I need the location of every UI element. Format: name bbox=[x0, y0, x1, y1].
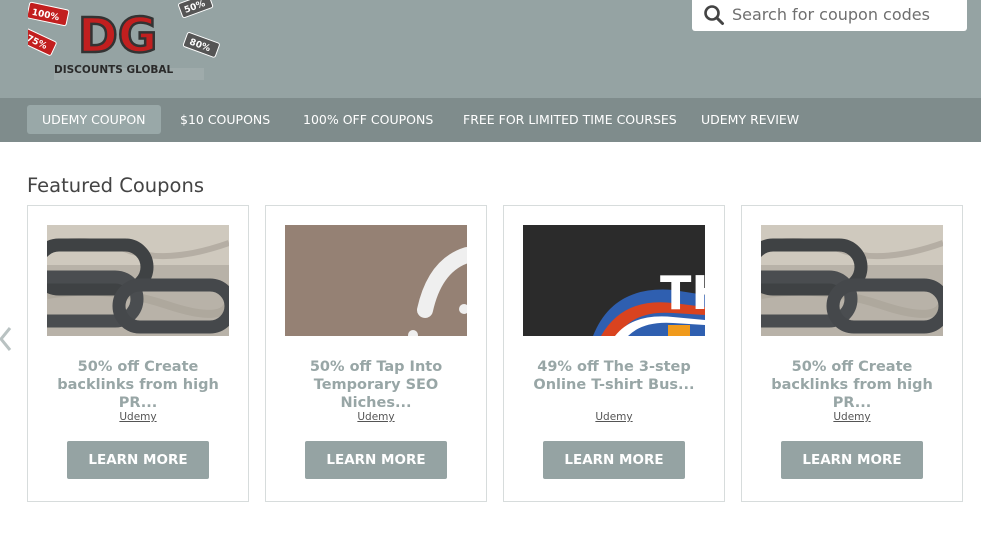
main-nav: UDEMY COUPON $10 COUPONS 100% OFF COUPON… bbox=[0, 98, 981, 142]
chevron-left-icon[interactable] bbox=[0, 325, 14, 353]
coupon-vendor-link[interactable]: Udemy bbox=[266, 411, 486, 423]
featured-coupons-title: Featured Coupons bbox=[27, 174, 204, 197]
coupon-title[interactable]: 49% off The 3-step Online T-shirt Bus... bbox=[516, 358, 712, 412]
coupon-title[interactable]: 50% off Create backlinks from high PR... bbox=[40, 358, 236, 412]
image-caption: TH bbox=[660, 266, 705, 320]
nav-item-udemy-coupon[interactable]: UDEMY COUPON bbox=[27, 105, 161, 134]
coupon-vendor-link[interactable]: Udemy bbox=[28, 411, 248, 423]
coupon-vendor-link[interactable]: Udemy bbox=[504, 411, 724, 423]
nav-item-100-off-coupons[interactable]: 100% OFF COUPONS bbox=[288, 105, 448, 134]
site-logo[interactable]: DG DISCOUNTS GLOBAL 100% 75% 50% 80% bbox=[19, 0, 228, 90]
search-icon[interactable] bbox=[703, 4, 725, 26]
coupon-vendor-link[interactable]: Udemy bbox=[742, 411, 962, 423]
logo-subtitle: DISCOUNTS GLOBAL bbox=[54, 64, 174, 76]
coupon-title[interactable]: 50% off Create backlinks from high PR... bbox=[754, 358, 950, 412]
search-input[interactable] bbox=[732, 3, 957, 25]
nav-item-free-limited-time[interactable]: FREE FOR LIMITED TIME COURSES bbox=[448, 105, 692, 134]
coupon-title[interactable]: 50% off Tap Into Temporary SEO Niches... bbox=[278, 358, 474, 412]
nav-item-10-coupons[interactable]: $10 COUPONS bbox=[165, 105, 285, 134]
learn-more-button[interactable]: LEARN MORE bbox=[543, 441, 685, 479]
coupon-card: TH 49% off The 3-step Online T-shirt Bus… bbox=[503, 205, 725, 502]
coupon-image-chain[interactable] bbox=[47, 225, 229, 336]
logo-graphic: DG DISCOUNTS GLOBAL 100% 75% 50% 80% bbox=[19, 0, 220, 80]
nav-item-udemy-review[interactable]: UDEMY REVIEW bbox=[686, 105, 814, 134]
site-header: DG DISCOUNTS GLOBAL 100% 75% 50% 80% bbox=[0, 0, 981, 98]
learn-more-button[interactable]: LEARN MORE bbox=[67, 441, 209, 479]
search-box[interactable] bbox=[692, 0, 967, 31]
coupon-card: 50% off Create backlinks from high PR...… bbox=[741, 205, 963, 502]
coupon-card: 50% off Tap Into Temporary SEO Niches...… bbox=[265, 205, 487, 502]
learn-more-button[interactable]: LEARN MORE bbox=[781, 441, 923, 479]
coupon-image-chain[interactable] bbox=[761, 225, 943, 336]
coupon-image-tshirt[interactable]: TH bbox=[523, 225, 705, 336]
logo-letters: DG bbox=[78, 8, 157, 64]
learn-more-button[interactable]: LEARN MORE bbox=[305, 441, 447, 479]
coupon-image-abstract[interactable] bbox=[285, 225, 467, 336]
coupon-card: 50% off Create backlinks from high PR...… bbox=[27, 205, 249, 502]
